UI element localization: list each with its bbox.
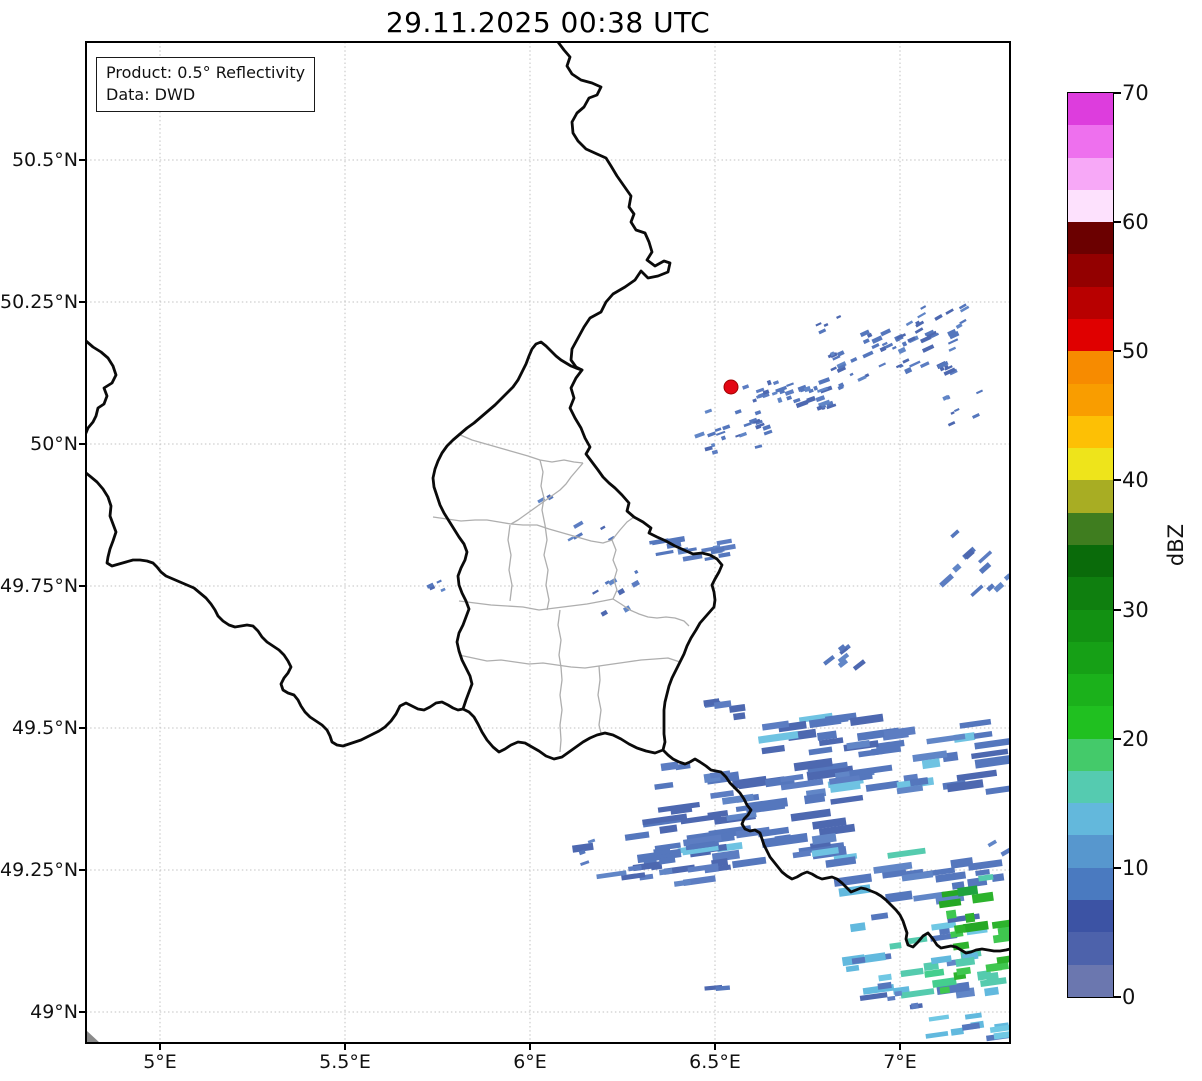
colorbar-segment [1068, 610, 1113, 642]
colorbar [1067, 92, 1114, 998]
colorbar-axis-label: dBZ [1152, 521, 1200, 569]
x-tick-label: 6°E [490, 1051, 570, 1073]
colorbar-segment [1068, 254, 1113, 286]
colorbar-tick-label: 60 [1122, 210, 1149, 234]
colorbar-tick-label: 10 [1122, 856, 1149, 880]
colorbar-segment [1068, 965, 1113, 997]
colorbar-segment [1068, 771, 1113, 803]
x-tick-label: 6.5°E [675, 1051, 755, 1073]
radar-cell [894, 991, 902, 997]
y-tick-label: 50.25°N [0, 291, 78, 313]
colorbar-segment [1068, 448, 1113, 480]
colorbar-tick-mark [1114, 996, 1121, 998]
colorbar-tick-label: 40 [1122, 468, 1149, 492]
colorbar-segment [1068, 93, 1113, 125]
plot-background [86, 42, 1010, 1043]
colorbar-tick-label: 20 [1122, 727, 1149, 751]
colorbar-segment [1068, 480, 1113, 512]
colorbar-segment [1068, 319, 1113, 351]
colorbar-tick-mark [1114, 609, 1121, 611]
colorbar-tick-label: 30 [1122, 598, 1149, 622]
x-tick-label: 5.5°E [305, 1051, 385, 1073]
radar-cell [955, 926, 966, 934]
colorbar-segment [1068, 739, 1113, 771]
legend-box: Product: 0.5° Reflectivity Data: DWD [96, 57, 315, 112]
colorbar-segment [1068, 125, 1113, 157]
radar-cell [965, 913, 975, 923]
colorbar-segment [1068, 351, 1113, 383]
y-tick-label: 50.5°N [0, 149, 78, 171]
colorbar-segment [1068, 416, 1113, 448]
colorbar-segment [1068, 868, 1113, 900]
y-tick-label: 49.75°N [0, 575, 78, 597]
colorbar-tick-mark [1114, 92, 1121, 94]
colorbar-segment [1068, 674, 1113, 706]
radar-site-marker [724, 380, 738, 394]
colorbar-segment [1068, 513, 1113, 545]
colorbar-segment [1068, 835, 1113, 867]
colorbar-tick-label: 70 [1122, 81, 1149, 105]
legend-data-line: Data: DWD [106, 84, 305, 106]
colorbar-segment [1068, 545, 1113, 577]
x-tick-label: 5°E [120, 1051, 200, 1073]
colorbar-segment [1068, 577, 1113, 609]
colorbar-segment [1068, 642, 1113, 674]
colorbar-segment [1068, 900, 1113, 932]
colorbar-segment [1068, 190, 1113, 222]
colorbar-tick-mark [1114, 479, 1121, 481]
map-canvas [0, 0, 1202, 1081]
colorbar-segment [1068, 803, 1113, 835]
legend-product-line: Product: 0.5° Reflectivity [106, 62, 305, 84]
radar-map-figure: 29.11.2025 00:38 UTC Product: 0.5° Refle… [0, 0, 1202, 1081]
y-tick-label: 50°N [0, 433, 78, 455]
colorbar-tick-label: 0 [1122, 985, 1135, 1009]
colorbar-segment [1068, 158, 1113, 190]
colorbar-segment [1068, 384, 1113, 416]
colorbar-segment [1068, 222, 1113, 254]
y-tick-label: 49°N [0, 1001, 78, 1023]
y-tick-label: 49.25°N [0, 859, 78, 881]
colorbar-tick-label: 50 [1122, 339, 1149, 363]
colorbar-segment [1068, 287, 1113, 319]
colorbar-tick-mark [1114, 867, 1121, 869]
radar-cell [911, 1003, 919, 1010]
y-tick-label: 49.5°N [0, 717, 78, 739]
colorbar-segment [1068, 706, 1113, 738]
colorbar-tick-mark [1114, 738, 1121, 740]
x-tick-label: 7°E [860, 1051, 940, 1073]
colorbar-tick-mark [1114, 350, 1121, 352]
radar-cell [946, 910, 957, 919]
colorbar-segment [1068, 932, 1113, 964]
colorbar-tick-mark [1114, 221, 1121, 223]
